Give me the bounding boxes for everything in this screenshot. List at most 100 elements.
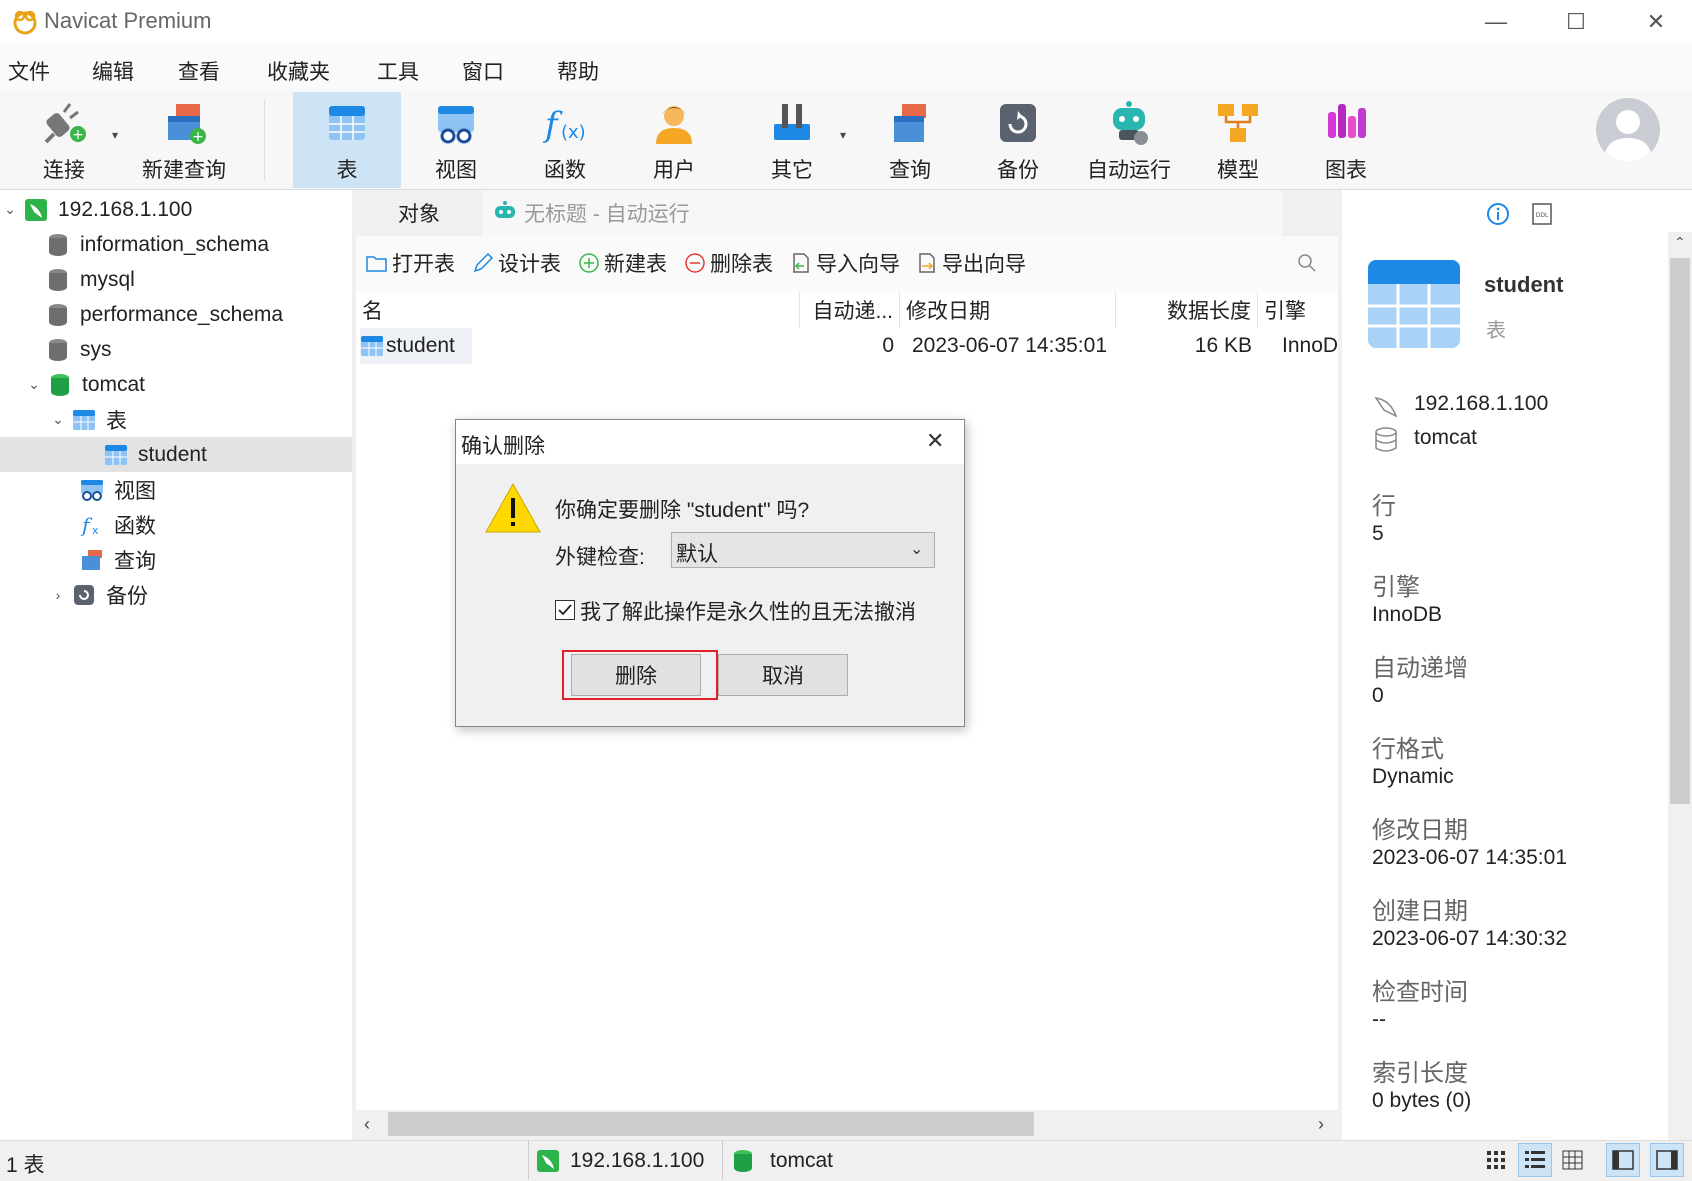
import-wizard-button[interactable]: 导入向导 bbox=[790, 248, 900, 278]
automation-tool-button[interactable]: 自动运行 bbox=[1074, 92, 1184, 188]
menu-favorites[interactable]: 收藏夹 bbox=[267, 56, 330, 86]
info-index-length-value: 0 bytes (0) bbox=[1372, 1089, 1472, 1112]
tree-backups-node[interactable]: › 备份 bbox=[48, 577, 148, 612]
info-object-name: student bbox=[1484, 272, 1564, 297]
new-query-button[interactable]: + 新建查询 bbox=[128, 92, 240, 188]
chevron-down-icon[interactable]: ⌄ bbox=[0, 201, 20, 218]
minimize-button[interactable]: — bbox=[1456, 0, 1536, 44]
tab-objects[interactable]: 对象 bbox=[356, 190, 482, 236]
tab-untitled-automation[interactable]: 无标题 - 自动运行 bbox=[482, 190, 1282, 236]
column-header-engine[interactable]: 引擎 bbox=[1258, 292, 1338, 328]
tree-db-information-schema[interactable]: information_schema bbox=[22, 227, 269, 262]
scroll-up-icon[interactable]: ⌃ bbox=[1674, 234, 1686, 251]
menu-edit[interactable]: 编辑 bbox=[92, 56, 134, 86]
menu-file[interactable]: 文件 bbox=[8, 56, 50, 86]
search-icon[interactable] bbox=[1296, 252, 1318, 274]
view-tool-button[interactable]: 视图 bbox=[402, 92, 510, 188]
robot-icon bbox=[492, 200, 518, 226]
menu-help[interactable]: 帮助 bbox=[557, 56, 599, 86]
column-header-modified-date[interactable]: 修改日期 bbox=[900, 292, 1116, 328]
close-window-button[interactable]: ✕ bbox=[1616, 0, 1692, 44]
function-tool-button[interactable]: f (x) 函数 bbox=[511, 92, 619, 188]
left-panel-toggle-icon[interactable] bbox=[1606, 1143, 1640, 1177]
svg-text:+: + bbox=[72, 127, 84, 143]
delete-table-button[interactable]: 删除表 bbox=[684, 248, 773, 278]
connect-button[interactable]: + 连接 bbox=[10, 92, 118, 188]
dialog-title-bar: 确认删除 ✕ bbox=[456, 420, 964, 464]
info-modified-label: 修改日期 bbox=[1372, 817, 1468, 844]
tree-connection[interactable]: ⌄ 192.168.1.100 bbox=[0, 192, 352, 227]
chart-tool-button[interactable]: 图表 bbox=[1292, 92, 1400, 188]
database-icon bbox=[46, 338, 70, 362]
tree-db-sys[interactable]: sys bbox=[22, 332, 112, 367]
query-tool-button[interactable]: 查询 bbox=[856, 92, 964, 188]
grid-view-icon[interactable] bbox=[1486, 1149, 1508, 1171]
backup-tool-button[interactable]: 备份 bbox=[964, 92, 1072, 188]
new-table-button[interactable]: 新建表 bbox=[578, 248, 667, 278]
open-table-button[interactable]: 打开表 bbox=[366, 248, 455, 278]
table-row[interactable]: student 0 2023-06-07 14:35:01 16 KB Inno… bbox=[356, 328, 1338, 364]
menu-tools[interactable]: 工具 bbox=[377, 56, 419, 86]
model-tool-button[interactable]: 模型 bbox=[1184, 92, 1292, 188]
status-connection: 192.168.1.100 bbox=[570, 1149, 705, 1172]
tree-db-tomcat[interactable]: ⌄ tomcat bbox=[24, 367, 145, 402]
connection-icon bbox=[24, 198, 48, 222]
table-tool-button[interactable]: 表 bbox=[293, 92, 401, 188]
permanent-checkbox[interactable] bbox=[555, 600, 575, 620]
menu-window[interactable]: 窗口 bbox=[462, 56, 504, 86]
tree-functions-node[interactable]: fx 函数 bbox=[56, 507, 156, 542]
maximize-button[interactable]: ☐ bbox=[1536, 0, 1616, 44]
design-table-button[interactable]: 设计表 bbox=[472, 248, 561, 278]
tree-db-label: mysql bbox=[80, 267, 135, 291]
column-header-name[interactable]: 名 bbox=[356, 292, 800, 328]
horizontal-scrollbar[interactable]: ‹ › bbox=[356, 1110, 1338, 1140]
info-icon[interactable] bbox=[1486, 202, 1510, 226]
scroll-right-icon[interactable]: › bbox=[1318, 1114, 1324, 1135]
dialog-close-icon[interactable]: ✕ bbox=[926, 428, 944, 454]
tree-table-student[interactable]: student bbox=[0, 437, 352, 472]
right-panel-toggle-icon[interactable] bbox=[1650, 1143, 1684, 1177]
other-tool-label: 其它 bbox=[771, 159, 813, 182]
scroll-left-icon[interactable]: ‹ bbox=[364, 1114, 370, 1135]
other-tool-button[interactable]: 其它 bbox=[738, 92, 846, 188]
tree-queries-node[interactable]: 查询 bbox=[56, 542, 156, 577]
detail-view-icon[interactable] bbox=[1562, 1149, 1584, 1171]
chevron-right-icon[interactable]: › bbox=[48, 587, 68, 603]
tree-connection-label: 192.168.1.100 bbox=[58, 197, 193, 221]
column-header-data-length[interactable]: 数据长度 bbox=[1116, 292, 1258, 328]
user-tool-button[interactable]: 用户 bbox=[620, 92, 728, 188]
info-engine-value: InnoDB bbox=[1372, 603, 1443, 626]
avatar[interactable] bbox=[1596, 98, 1660, 162]
tree-db-performance-schema[interactable]: performance_schema bbox=[22, 297, 283, 332]
list-view-icon[interactable] bbox=[1518, 1143, 1552, 1177]
chevron-down-icon[interactable]: ⌄ bbox=[48, 411, 68, 428]
tree-db-label: information_schema bbox=[80, 232, 270, 256]
query-icon bbox=[80, 548, 104, 572]
menu-view[interactable]: 查看 bbox=[178, 56, 220, 86]
ddl-icon[interactable]: DDL bbox=[1530, 202, 1554, 226]
model-tool-label: 模型 bbox=[1217, 159, 1259, 182]
cancel-button[interactable]: 取消 bbox=[718, 654, 848, 696]
tree-db-mysql[interactable]: mysql bbox=[22, 262, 135, 297]
row-name: student bbox=[386, 334, 455, 357]
tree-tables-node[interactable]: ⌄ 表 bbox=[48, 402, 127, 437]
foreign-key-select[interactable]: 默认 ⌄ bbox=[671, 532, 935, 568]
tree-views-node[interactable]: 视图 bbox=[56, 472, 156, 507]
column-header-auto-increment[interactable]: 自动递... bbox=[800, 292, 900, 328]
info-created-value: 2023-06-07 14:30:32 bbox=[1372, 927, 1567, 950]
export-wizard-button[interactable]: 导出向导 bbox=[916, 248, 1026, 278]
info-panel: DDL ⌃ student 表 192.168.1.100 tomcat 行 5… bbox=[1342, 190, 1692, 1140]
other-dropdown-icon[interactable]: ▾ bbox=[840, 128, 846, 142]
delete-button[interactable]: 删除 bbox=[571, 654, 701, 696]
navicat-logo-icon bbox=[13, 10, 37, 35]
scrollbar-thumb[interactable] bbox=[388, 1112, 1034, 1136]
tree-table-label: student bbox=[138, 442, 207, 466]
chevron-down-icon[interactable]: ⌄ bbox=[24, 376, 44, 393]
svg-text:(x): (x) bbox=[561, 122, 586, 143]
vertical-scrollbar[interactable]: ⌃ bbox=[1668, 232, 1692, 1140]
tree-functions-label: 函数 bbox=[114, 514, 156, 538]
connect-dropdown-icon[interactable]: ▾ bbox=[112, 128, 118, 142]
toolbar-separator bbox=[264, 100, 265, 180]
scrollbar-thumb[interactable] bbox=[1670, 258, 1690, 804]
title-bar: Navicat Premium — ☐ ✕ bbox=[0, 0, 1692, 44]
